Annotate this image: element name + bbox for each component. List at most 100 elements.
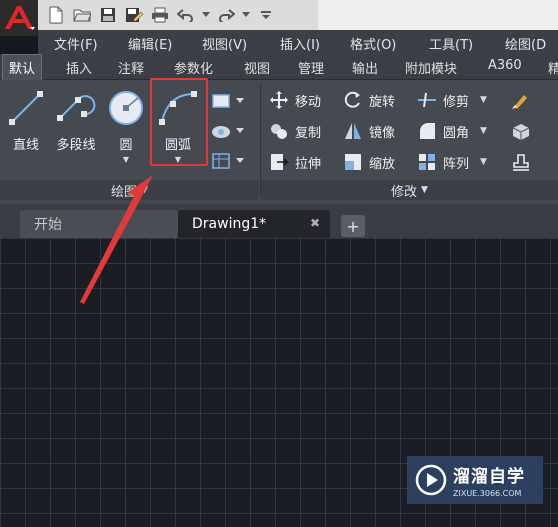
doc-tab-drawing1-label: Drawing1*	[192, 216, 267, 232]
watermark-sub-text: ZIXUE.3066.COM	[453, 489, 522, 498]
ribbon-tab-output[interactable]: 输出	[352, 58, 378, 77]
ribbon-tab-a360[interactable]: A360	[488, 58, 522, 73]
document-tab-bar: 开始 Drawing1* ✖ +	[0, 204, 558, 238]
scale-icon	[342, 151, 364, 173]
circle-button[interactable]: 圆 ▼	[100, 86, 152, 164]
circle-label: 圆	[119, 138, 133, 153]
draw-small-tools	[210, 86, 244, 176]
menu-draw[interactable]: 绘图(D	[505, 34, 546, 53]
watermark-main-text: 溜溜自学	[453, 467, 525, 487]
move-label: 移动	[295, 94, 322, 110]
menu-bar: 文件(F) 编辑(E) 视图(V) 插入(I) 格式(O) 工具(T) 绘图(D	[38, 30, 558, 54]
brush-icon[interactable]	[510, 89, 532, 115]
ribbon-tab-featured[interactable]: 精	[548, 58, 558, 77]
application-menu-button[interactable]	[0, 0, 38, 36]
mirror-label: 镜像	[369, 125, 396, 141]
3d-box-icon[interactable]	[510, 120, 532, 146]
ribbon-tab-addins[interactable]: 附加模块	[405, 58, 457, 77]
line-label: 直线	[12, 138, 39, 153]
ribbon-tab-insert[interactable]: 插入	[66, 58, 92, 77]
open-folder-icon[interactable]	[72, 5, 92, 25]
ribbon-tab-annotate[interactable]: 注释	[118, 58, 144, 77]
undo-icon[interactable]	[176, 5, 196, 25]
watermark: 溜溜自学 ZIXUE.3066.COM	[407, 456, 543, 504]
play-logo-icon	[415, 464, 447, 496]
save-as-icon[interactable]	[124, 5, 144, 25]
copy-label: 复制	[295, 125, 322, 141]
line-button[interactable]: 直线	[0, 86, 52, 153]
trim-button[interactable]: 修剪 ▼	[416, 89, 487, 111]
trim-icon	[416, 89, 438, 111]
fillet-label: 圆角	[443, 125, 470, 141]
new-tab-button[interactable]: +	[341, 215, 365, 237]
undo-dropdown-icon[interactable]	[202, 5, 210, 25]
autocad-logo-icon	[5, 6, 35, 30]
trim-dropdown-icon[interactable]: ▼	[480, 95, 487, 105]
move-button[interactable]: 移动	[268, 89, 321, 111]
rectangle-tool[interactable]	[210, 86, 244, 116]
rectangle-dropdown-icon[interactable]	[236, 98, 244, 104]
scale-label: 缩放	[369, 156, 396, 172]
fillet-button[interactable]: 圆角 ▼	[416, 120, 487, 142]
ribbon-tab-manage[interactable]: 管理	[298, 58, 324, 77]
doc-tab-start[interactable]: 开始	[20, 210, 178, 238]
move-icon	[268, 89, 290, 111]
modify-panel-title: 修改	[391, 184, 418, 200]
polyline-label: 多段线	[56, 138, 96, 153]
menu-view[interactable]: 视图(V)	[202, 34, 247, 53]
stretch-button[interactable]: 拉伸	[268, 151, 321, 173]
menu-edit[interactable]: 编辑(E)	[128, 34, 172, 53]
ribbon-tab-view[interactable]: 视图	[244, 58, 270, 77]
save-icon[interactable]	[98, 5, 118, 25]
ribbon-tab-parametric[interactable]: 参数化	[174, 58, 213, 77]
mirror-icon	[342, 120, 364, 142]
copy-icon	[268, 120, 290, 142]
redo-dropdown-icon[interactable]	[242, 5, 250, 25]
doc-tab-start-label: 开始	[34, 217, 62, 233]
stretch-icon	[268, 151, 290, 173]
ribbon-tab-home[interactable]: 默认	[2, 54, 43, 81]
fillet-dropdown-icon[interactable]: ▼	[480, 126, 487, 136]
menu-format[interactable]: 格式(O)	[350, 34, 396, 53]
menu-insert[interactable]: 插入(I)	[280, 34, 320, 53]
redo-icon[interactable]	[216, 5, 236, 25]
table-tool[interactable]	[210, 146, 244, 176]
menu-file[interactable]: 文件(F)	[54, 34, 98, 53]
arc-highlight-box	[150, 78, 208, 166]
quick-access-icons	[46, 4, 276, 26]
circle-dropdown-icon[interactable]: ▼	[100, 155, 152, 164]
doc-tab-drawing1[interactable]: Drawing1* ✖	[178, 210, 330, 238]
draw-panel-expand-icon[interactable]: ▼	[141, 185, 148, 195]
polyline-button[interactable]: 多段线	[50, 86, 102, 153]
array-dropdown-icon[interactable]: ▼	[480, 157, 487, 167]
stamp-icon[interactable]	[510, 151, 532, 177]
hatch-icon	[212, 126, 230, 138]
draw-panel-title: 绘图	[111, 184, 138, 200]
table-dropdown-icon[interactable]	[236, 158, 244, 164]
title-bar-area	[318, 0, 558, 30]
draw-panel-footer[interactable]: 绘图 ▼	[0, 180, 259, 200]
array-label: 阵列	[443, 156, 470, 172]
hatch-dropdown-icon[interactable]	[236, 128, 244, 134]
rotate-icon	[342, 89, 364, 111]
modify-panel-footer[interactable]: 修改 ▼	[261, 180, 558, 200]
array-button[interactable]: 阵列 ▼	[416, 151, 487, 173]
mirror-button[interactable]: 镜像	[342, 120, 395, 142]
close-icon[interactable]: ✖	[310, 216, 320, 230]
plus-icon: +	[346, 216, 360, 236]
ribbon-tab-bar: 默认 插入 注释 参数化 视图 管理 输出 附加模块 A360 精	[0, 54, 558, 81]
polyline-icon	[50, 86, 102, 130]
circle-icon	[100, 86, 152, 130]
modify-panel-expand-icon[interactable]: ▼	[421, 185, 428, 195]
rotate-button[interactable]: 旋转	[342, 89, 395, 111]
scale-button[interactable]: 缩放	[342, 151, 395, 173]
new-file-icon[interactable]	[46, 5, 66, 25]
table-icon	[212, 153, 230, 169]
rectangle-icon	[212, 94, 230, 108]
rotate-label: 旋转	[369, 94, 396, 110]
menu-tools[interactable]: 工具(T)	[429, 34, 473, 53]
print-icon[interactable]	[150, 5, 170, 25]
copy-button[interactable]: 复制	[268, 120, 321, 142]
customize-icon[interactable]	[256, 5, 276, 25]
hatch-tool[interactable]	[210, 116, 244, 146]
